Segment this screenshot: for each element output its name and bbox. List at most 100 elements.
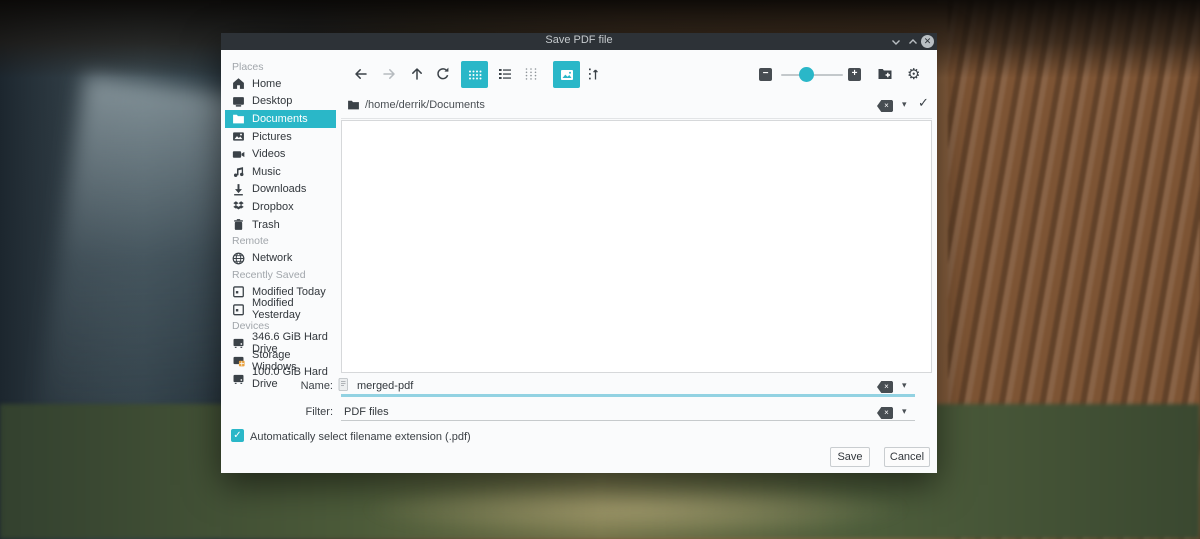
drive-windows-icon bbox=[233, 356, 245, 367]
globe-icon bbox=[232, 252, 245, 265]
filter-input[interactable]: PDF files bbox=[344, 406, 389, 418]
name-dropdown-button[interactable]: ▾ bbox=[902, 380, 907, 391]
places-sidebar: Places Home Desktop Documents Pictures Videos… bbox=[225, 59, 337, 390]
settings-gear-icon: ⚙ bbox=[907, 65, 921, 83]
clear-icon: × bbox=[884, 408, 889, 417]
sidebar-item-downloads[interactable]: Downloads bbox=[225, 181, 337, 199]
zoom-in-button[interactable]: + bbox=[848, 68, 861, 81]
back-button[interactable] bbox=[353, 66, 369, 82]
compact-view-icon bbox=[525, 68, 537, 80]
check-icon: ✓ bbox=[918, 95, 929, 110]
sidebar-item-label: Network bbox=[252, 252, 293, 265]
detailed-list-view-button[interactable] bbox=[497, 66, 513, 82]
location-input[interactable]: /home/derrik/Documents bbox=[365, 99, 485, 111]
detailed-list-view-icon bbox=[499, 69, 511, 79]
maximize-button[interactable] bbox=[906, 35, 920, 48]
zoom-slider-handle[interactable] bbox=[799, 67, 814, 82]
preview-icon bbox=[560, 69, 573, 80]
sidebar-item-documents[interactable]: Documents bbox=[225, 110, 336, 128]
location-dropdown-button[interactable]: ▾ bbox=[902, 99, 907, 110]
sidebar-item-home[interactable]: Home bbox=[225, 75, 337, 93]
sidebar-item-label: Desktop bbox=[252, 95, 293, 108]
sidebar-item-label: Music bbox=[252, 165, 281, 178]
new-folder-icon bbox=[878, 69, 892, 79]
drive-icon bbox=[233, 374, 244, 384]
file-list-panel[interactable] bbox=[341, 120, 932, 373]
forward-arrow-icon bbox=[383, 69, 395, 79]
auto-extension-checkbox[interactable]: ✓ bbox=[231, 429, 244, 442]
calendar-icon bbox=[233, 304, 244, 316]
save-pdf-dialog: Save PDF file ✕ Places Home Desktop Documen… bbox=[221, 33, 937, 473]
filter-label: Filter: bbox=[305, 406, 334, 418]
video-icon bbox=[232, 150, 245, 158]
settings-button[interactable]: ⚙ bbox=[907, 65, 920, 83]
location-underline bbox=[341, 118, 932, 119]
sidebar-section-header: Remote bbox=[232, 235, 269, 248]
folder-icon bbox=[233, 115, 244, 124]
titlebar[interactable]: Save PDF file ✕ bbox=[221, 33, 937, 50]
sidebar-item-label: Trash bbox=[252, 218, 280, 231]
chevron-up-icon bbox=[909, 38, 917, 44]
sidebar-item-network[interactable]: Network bbox=[225, 249, 337, 267]
clear-filter-button[interactable]: × bbox=[877, 407, 893, 419]
calendar-icon bbox=[233, 286, 244, 298]
compact-view-button[interactable] bbox=[523, 66, 539, 82]
minus-icon: − bbox=[762, 68, 769, 79]
sidebar-item-desktop[interactable]: Desktop bbox=[225, 93, 337, 111]
file-type-icon bbox=[338, 378, 349, 394]
sidebar-item-trash[interactable]: Trash bbox=[225, 216, 337, 234]
reload-button[interactable] bbox=[435, 66, 451, 82]
close-icon: ✕ bbox=[923, 36, 932, 46]
sidebar-item-modified-yesterday[interactable]: Modified Yesterday bbox=[225, 297, 337, 321]
image-icon bbox=[233, 132, 244, 141]
sort-order-button[interactable] bbox=[585, 66, 601, 82]
name-focus-underline bbox=[341, 394, 915, 397]
close-button[interactable]: ✕ bbox=[921, 35, 934, 48]
zoom-out-button[interactable]: − bbox=[759, 68, 772, 81]
sidebar-item-label: Documents bbox=[252, 112, 308, 125]
sidebar-item-pictures[interactable]: Pictures bbox=[225, 128, 337, 146]
back-arrow-icon bbox=[355, 69, 367, 79]
download-icon bbox=[234, 183, 243, 196]
clear-name-button[interactable]: × bbox=[877, 381, 893, 393]
desktop-icon bbox=[233, 97, 244, 107]
minimize-button[interactable] bbox=[889, 35, 903, 48]
wallpaper-sandbar bbox=[360, 479, 912, 539]
sidebar-item-label: Modified Today bbox=[252, 285, 326, 298]
plus-icon: + bbox=[851, 68, 858, 79]
drive-icon bbox=[233, 339, 244, 349]
clear-icon: × bbox=[884, 101, 889, 110]
up-button[interactable] bbox=[409, 66, 425, 82]
sidebar-item-videos[interactable]: Videos bbox=[225, 145, 337, 163]
new-folder-button[interactable] bbox=[877, 66, 893, 82]
caret-down-icon: ▾ bbox=[902, 99, 907, 109]
forward-button[interactable] bbox=[381, 66, 397, 82]
path-folder-icon bbox=[347, 98, 360, 114]
accept-location-button[interactable]: ✓ bbox=[918, 95, 929, 111]
trash-icon bbox=[234, 219, 243, 230]
music-icon bbox=[233, 167, 244, 178]
check-icon: ✓ bbox=[233, 430, 242, 441]
sidebar-item-music[interactable]: Music bbox=[225, 163, 337, 181]
sidebar-section-header: Recently Saved bbox=[232, 268, 306, 281]
preview-toggle-button[interactable] bbox=[553, 61, 580, 88]
sidebar-item-label: Videos bbox=[252, 148, 286, 161]
caret-down-icon: ▾ bbox=[902, 380, 907, 390]
sidebar-item-dropbox[interactable]: Dropbox bbox=[225, 198, 337, 216]
sidebar-item-label: Dropbox bbox=[252, 200, 294, 213]
up-arrow-icon bbox=[412, 68, 422, 80]
chevron-down-icon bbox=[892, 39, 900, 45]
caret-down-icon: ▾ bbox=[902, 406, 907, 416]
reload-icon bbox=[437, 67, 449, 80]
sidebar-section-header: Places bbox=[232, 61, 264, 73]
filter-underline bbox=[341, 420, 915, 421]
sort-icon bbox=[589, 68, 598, 80]
name-input[interactable]: merged-pdf bbox=[357, 380, 413, 392]
cancel-button[interactable]: Cancel bbox=[884, 447, 930, 467]
icons-view-button[interactable] bbox=[461, 61, 488, 88]
save-button[interactable]: Save bbox=[830, 447, 870, 467]
clear-location-button[interactable]: × bbox=[877, 100, 893, 112]
filter-dropdown-button[interactable]: ▾ bbox=[902, 406, 907, 417]
clear-icon: × bbox=[884, 382, 889, 391]
name-label: Name: bbox=[300, 380, 333, 392]
